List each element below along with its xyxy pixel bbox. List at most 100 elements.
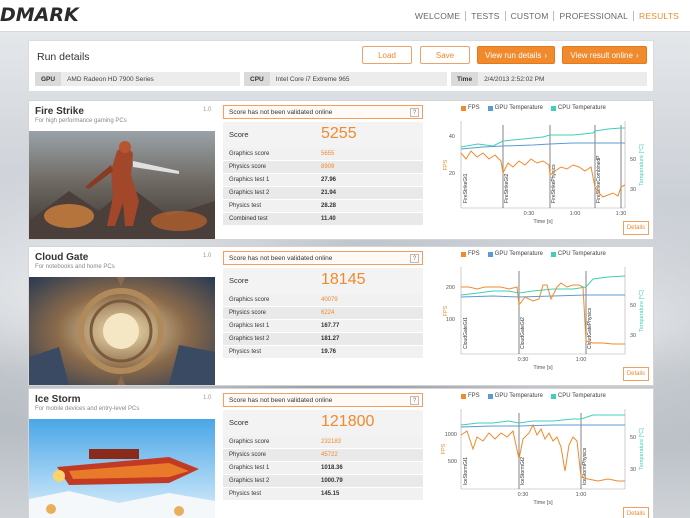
load-button[interactable]: Load [362, 46, 412, 64]
gpu-temp-line [460, 424, 625, 428]
sub-score-key: Combined test [229, 216, 268, 222]
sub-score-key: Graphics score [229, 151, 270, 157]
view-result-online-button[interactable]: View result online › [562, 46, 647, 64]
score-label: Score [229, 418, 249, 427]
nav-custom[interactable]: CUSTOM [506, 11, 555, 21]
sub-score-key: Graphics test 1 [229, 323, 270, 329]
y2-tick-label: 30 [630, 187, 636, 193]
cpu-key: CPU [244, 72, 270, 86]
details-button[interactable]: Details [623, 507, 649, 518]
help-icon[interactable]: ? [410, 254, 419, 263]
benchmark-header: Ice Storm For mobile devices and entry-l… [35, 394, 139, 412]
cloud-gate-artwork [29, 277, 215, 385]
test-marker-label: IceStormPhysics [582, 447, 588, 485]
x-tick-label: 1:00 [570, 211, 581, 217]
gpu-info: GPU AMD Radeon HD 7900 Series [35, 72, 240, 86]
sub-score-row: Graphics score 40079 [223, 294, 423, 307]
sub-score-row: Combined test 11.40 [223, 213, 423, 226]
sub-score-key: Graphics test 1 [229, 465, 270, 471]
details-button[interactable]: Details [623, 221, 649, 235]
help-icon[interactable]: ? [410, 396, 419, 405]
benchmark-subtitle: For high performance gaming PCs [35, 118, 127, 124]
y2-tick-label: 50 [630, 303, 636, 309]
x-tick-label: 1:30 [616, 211, 627, 217]
validation-text: Score has not been validated online [229, 396, 333, 404]
score-value: 121800 [321, 413, 375, 430]
ice-storm-artwork [29, 419, 215, 518]
gpu-temp-line [460, 294, 625, 298]
sub-score-value: 167.77 [321, 323, 340, 329]
top-navigation-bar: DMARK WELCOME TESTS CUSTOM PROFESSIONAL … [0, 0, 690, 32]
nav-welcome[interactable]: WELCOME [410, 11, 467, 21]
test-marker-label: IceStormGt1 [463, 457, 469, 485]
y-tick-label: 200 [446, 285, 455, 291]
y2-tick-label: 50 [630, 157, 636, 163]
sub-score-row: Physics score 6224 [223, 307, 423, 320]
y-tick-label: 500 [448, 459, 457, 465]
score-column: Score has not been validated online ? Sc… [223, 105, 423, 226]
time-key: Time [451, 72, 479, 86]
y-axis-label: FPS [443, 159, 449, 170]
sub-score-row: Graphics test 1 27.96 [223, 174, 423, 187]
cpu-temp-line [460, 414, 625, 426]
system-info-row: GPU AMD Radeon HD 7900 Series CPU Intel … [35, 72, 647, 86]
sub-score-key: Graphics score [229, 297, 270, 303]
score-column: Score has not been validated online ? Sc… [223, 393, 423, 501]
score-label: Score [229, 130, 249, 139]
main-nav: WELCOME TESTS CUSTOM PROFESSIONAL RESULT… [410, 11, 684, 21]
time-value: 2/4/2013 2:52:02 PM [484, 75, 545, 83]
y-axis-label: FPS [443, 305, 449, 316]
sub-score-value: 232183 [321, 439, 342, 445]
test-marker-label: FireStrikeGt2 [504, 173, 510, 203]
sub-score-row: Graphics score 232183 [223, 436, 423, 449]
save-button[interactable]: Save [420, 46, 470, 64]
x-axis-label: Time [s] [533, 365, 553, 371]
y2-axis-label: Temperature [°C] [639, 290, 645, 332]
nav-professional[interactable]: PROFESSIONAL [554, 11, 635, 21]
sub-score-row: Graphics test 1 1018.36 [223, 462, 423, 475]
score-main-row: Score 121800 [223, 410, 423, 436]
view-run-details-button[interactable]: View run details › [477, 46, 555, 64]
sub-score-list: Graphics score 5655 Physics score 8909 Gra… [223, 148, 423, 226]
test-marker-label: CloudGateGt2 [520, 317, 526, 349]
benchmark-version: 1.0 [203, 107, 212, 113]
run-details-title: Run details [37, 51, 90, 63]
benchmark-cloud-gate: Cloud Gate For notebooks and home PCs 1.… [28, 246, 654, 386]
nav-tests[interactable]: TESTS [466, 11, 506, 21]
sub-score-row: Physics test 145.15 [223, 488, 423, 501]
graph-svg: 40 20 50 30 FPS Temperature [°C] 0:30 1:… [443, 121, 645, 225]
sub-score-value: 5655 [321, 151, 335, 157]
nav-results[interactable]: RESULTS [634, 11, 684, 21]
gpu-key: GPU [35, 72, 62, 86]
cpu-value: Intel Core i7 Extreme 965 [275, 75, 350, 83]
sub-score-value: 1018.36 [321, 465, 343, 471]
benchmark-header: Fire Strike For high performance gaming … [35, 106, 127, 124]
sub-score-key: Graphics score [229, 439, 270, 445]
benchmark-title: Cloud Gate [35, 252, 89, 263]
sub-score-value: 1000.79 [321, 478, 343, 484]
help-icon[interactable]: ? [410, 108, 419, 117]
chevron-right-icon: › [544, 50, 547, 60]
benchmark-header: Cloud Gate For notebooks and home PCs [35, 252, 115, 270]
score-column: Score has not been validated online ? Sc… [223, 251, 423, 359]
x-tick-label: 1:00 [576, 357, 587, 363]
details-button[interactable]: Details [623, 367, 649, 381]
sub-score-key: Physics test [229, 349, 262, 355]
test-marker-label: IceStormGt2 [520, 457, 526, 485]
score-main-row: Score 5255 [223, 122, 423, 148]
sub-score-value: 45722 [321, 452, 338, 458]
test-marker-label: FireStrikeGt1 [463, 173, 469, 203]
sub-score-value: 181.27 [321, 336, 340, 342]
benchmark-subtitle: For notebooks and home PCs [35, 264, 115, 270]
gpu-value: AMD Radeon HD 7900 Series [67, 75, 154, 83]
y-tick-label: 1000 [445, 432, 457, 438]
fps-line [460, 423, 625, 482]
sub-score-value: 21.94 [321, 190, 337, 196]
graph-svg: 200 100 50 30 FPS Temperature [°C] 0:30 … [443, 267, 645, 371]
sub-score-key: Physics test [229, 203, 262, 209]
fire-strike-artwork [29, 131, 215, 239]
sub-score-value: 19.76 [321, 349, 337, 355]
benchmark-ice-storm: Ice Storm For mobile devices and entry-l… [28, 388, 654, 518]
benchmark-title: Ice Storm [35, 394, 81, 405]
sub-score-row: Graphics test 2 21.94 [223, 187, 423, 200]
